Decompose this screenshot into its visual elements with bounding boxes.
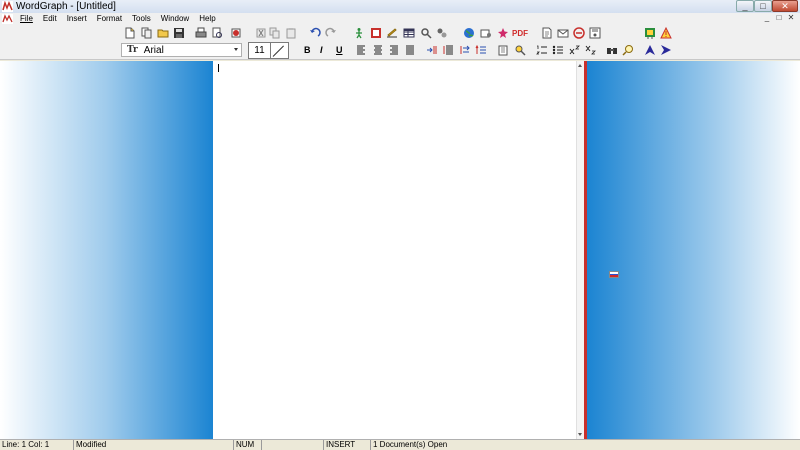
page-icon[interactable] (541, 27, 553, 39)
scroll-down-arrow-icon[interactable] (578, 433, 582, 436)
document-window-controls: _ □ ✕ (762, 13, 796, 24)
status-documents-open: 1 Document(s) Open (373, 440, 448, 449)
text-caret (218, 64, 219, 72)
print-preview-icon[interactable] (211, 27, 223, 39)
status-bar: Line: 1 Col: 1 Modified NUM INSERT 1 Doc… (0, 439, 800, 450)
outdent-icon[interactable] (442, 44, 454, 56)
open-folder-icon[interactable] (157, 27, 169, 39)
tools-gear-icon[interactable] (436, 27, 448, 39)
virus-scan-icon[interactable] (230, 27, 242, 39)
font-name-combo[interactable]: Tr Arial (121, 43, 242, 57)
insert-pen-icon[interactable] (386, 27, 398, 39)
stop-icon[interactable] (573, 27, 585, 39)
title-bar: WordGraph - [Untitled] _ □ ✕ (0, 0, 800, 13)
save-icon[interactable] (173, 27, 185, 39)
insert-person-icon[interactable] (353, 27, 365, 39)
zoom-icon[interactable] (622, 44, 634, 56)
menu-tools[interactable]: Tools (128, 14, 157, 23)
font-name-value: Arial (143, 44, 164, 56)
wordgraph-app-icon[interactable] (2, 1, 13, 12)
right-background-panel (587, 61, 800, 439)
align-left-icon[interactable] (355, 44, 367, 56)
document-icon[interactable] (2, 13, 13, 24)
font-size-value[interactable]: 11 (249, 43, 271, 58)
minimize-button[interactable]: _ (736, 0, 754, 12)
new-document-icon[interactable] (124, 27, 136, 39)
copy-icon[interactable] (269, 27, 281, 39)
paste-icon[interactable] (285, 27, 297, 39)
doc-minimize-button[interactable]: _ (762, 13, 772, 24)
status-modified: Modified (74, 440, 234, 450)
vertical-scrollbar[interactable] (576, 61, 584, 439)
indent-icon[interactable] (426, 44, 438, 56)
menu-insert[interactable]: Insert (63, 14, 93, 23)
status-num: NUM (234, 440, 262, 450)
language-flag-icon[interactable] (609, 271, 619, 278)
insert-image-icon[interactable] (370, 27, 382, 39)
italic-button[interactable]: I (320, 45, 323, 55)
doc-close-button[interactable]: ✕ (786, 13, 796, 24)
redo-icon[interactable] (325, 27, 337, 39)
chevron-down-icon[interactable] (234, 48, 238, 51)
insert-table-icon[interactable] (403, 27, 415, 39)
align-center-icon[interactable] (372, 44, 384, 56)
menu-help[interactable]: Help (195, 14, 221, 23)
justify-icon[interactable] (404, 44, 416, 56)
menu-edit[interactable]: Edit (39, 14, 63, 23)
find-icon[interactable] (606, 44, 618, 56)
font-size-box[interactable]: 11 (248, 42, 289, 59)
status-insert: INSERT (324, 440, 371, 450)
menu-format[interactable]: Format (93, 14, 128, 23)
undo-icon[interactable] (309, 27, 321, 39)
sort-icon[interactable] (475, 44, 487, 56)
bold-button[interactable]: B (304, 45, 311, 55)
email-icon[interactable] (557, 27, 569, 39)
left-background-panel (0, 61, 213, 439)
align-right-icon[interactable] (388, 44, 400, 56)
pdf-label: PDF (512, 28, 528, 38)
formatting-toolbar: Tr Arial 11 B I U (0, 41, 800, 60)
arrow-right-icon[interactable] (660, 44, 672, 56)
window-controls: _ □ ✕ (736, 0, 798, 12)
arrow-up-icon[interactable] (644, 44, 656, 56)
cut-icon[interactable] (255, 27, 267, 39)
window-title: WordGraph - [Untitled] (16, 1, 116, 12)
numbered-list-icon[interactable] (536, 44, 548, 56)
maximize-button[interactable]: □ (754, 0, 772, 12)
superscript-icon[interactable] (569, 44, 581, 56)
document-page[interactable] (213, 61, 576, 439)
print-icon[interactable] (195, 27, 207, 39)
font-type-icon: Tr (127, 45, 138, 55)
status-empty (262, 440, 324, 450)
menu-bar: File Edit Insert Format Tools Window Hel… (0, 13, 800, 24)
doc-restore-button[interactable]: □ (774, 13, 784, 24)
status-line-col: Line: 1 Col: 1 (0, 440, 74, 450)
pdf-icon[interactable]: PDF (512, 27, 528, 39)
save-disk-icon[interactable] (589, 27, 601, 39)
scroll-up-arrow-icon[interactable] (578, 64, 582, 67)
font-size-spinner[interactable] (271, 43, 288, 58)
close-button[interactable]: ✕ (772, 0, 798, 12)
workspace (0, 61, 800, 439)
standard-toolbar: PDF (0, 24, 800, 41)
insert-symbol-icon[interactable] (420, 27, 432, 39)
help-icon[interactable] (644, 27, 656, 39)
swap-icon[interactable] (459, 44, 471, 56)
menu-file[interactable]: File (16, 14, 39, 23)
subscript-icon[interactable] (585, 44, 597, 56)
paragraph-icon[interactable] (497, 44, 509, 56)
menu-window[interactable]: Window (157, 14, 195, 23)
copy-document-icon[interactable] (141, 27, 153, 39)
printer-gear-icon[interactable] (480, 27, 492, 39)
bulleted-list-icon[interactable] (552, 44, 564, 56)
globe-icon[interactable] (463, 27, 475, 39)
star-icon[interactable] (497, 27, 509, 39)
underline-button[interactable]: U (336, 45, 343, 55)
warning-icon[interactable] (660, 27, 672, 39)
spellcheck-icon[interactable] (514, 44, 526, 56)
